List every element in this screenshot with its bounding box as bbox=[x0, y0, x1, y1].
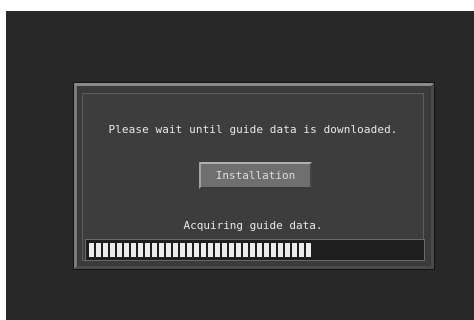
progress-fill bbox=[89, 243, 311, 257]
dialog-panel: Please wait until guide data is download… bbox=[82, 93, 424, 261]
progress-bar bbox=[85, 239, 425, 261]
installation-button[interactable]: Installation bbox=[199, 162, 312, 189]
guide-download-dialog: Please wait until guide data is download… bbox=[74, 83, 434, 269]
wait-message: Please wait until guide data is download… bbox=[108, 123, 398, 136]
status-text: Acquiring guide data. bbox=[183, 219, 323, 232]
tv-screen: Please wait until guide data is download… bbox=[6, 11, 474, 320]
